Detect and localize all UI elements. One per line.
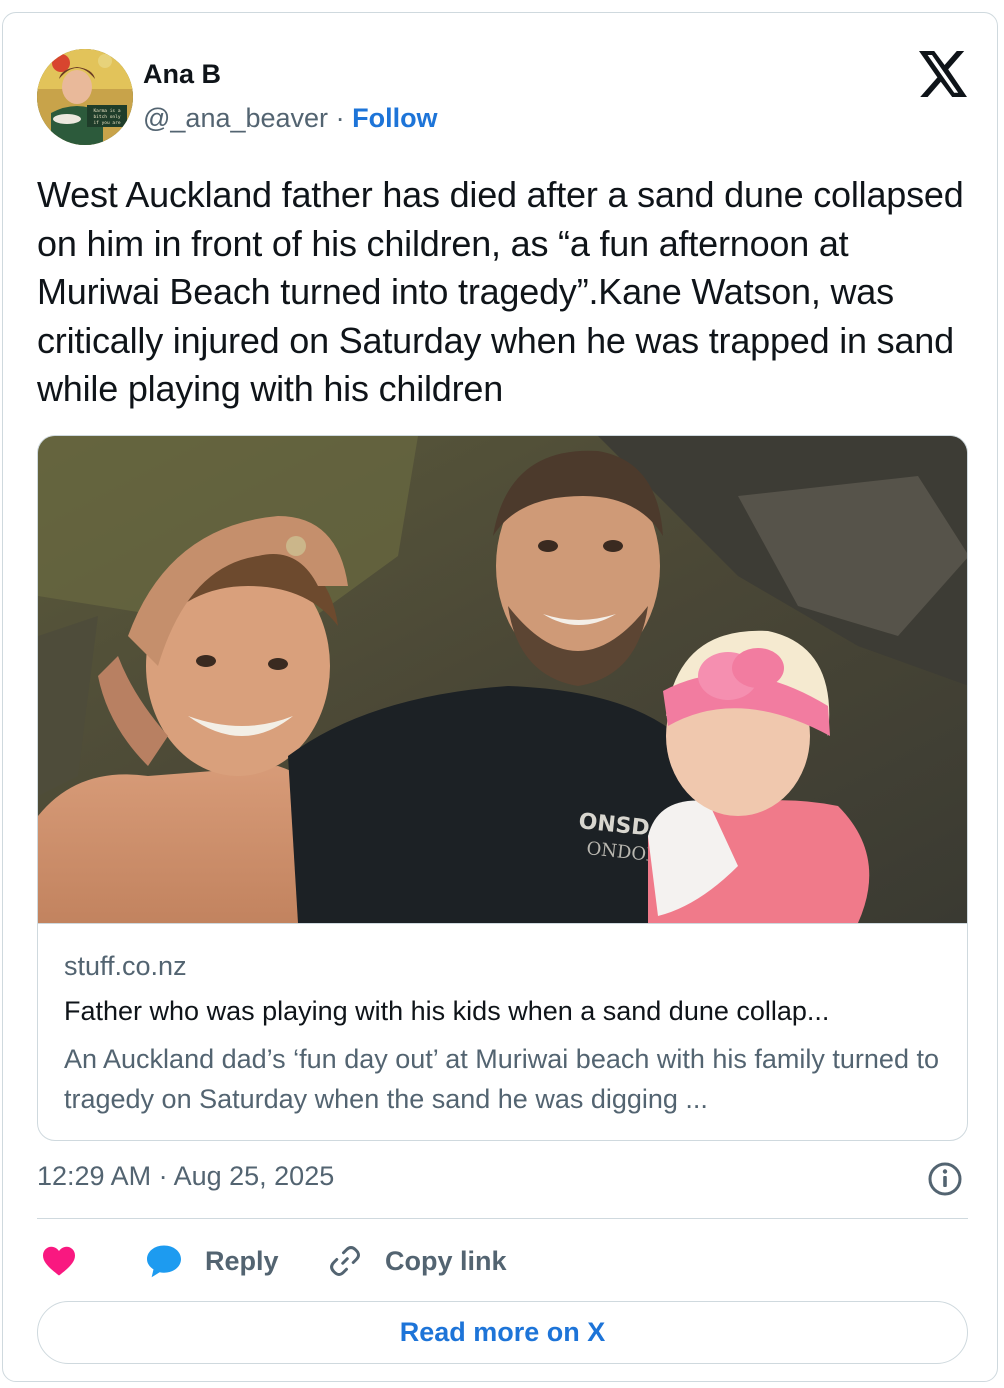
svg-text:if you are: if you are — [93, 120, 120, 126]
link-icon — [330, 1246, 360, 1276]
actions-divider — [37, 1218, 968, 1219]
author-handle-row: @_ana_beaver · Follow — [143, 103, 438, 134]
author-avatar[interactable]: Karma is a bitch only if you are — [37, 49, 133, 145]
reply-bubble-icon — [147, 1245, 181, 1278]
copy-link-label: Copy link — [385, 1245, 507, 1276]
link-domain: stuff.co.nz — [64, 951, 187, 981]
link-description: An Auckland dad’s ‘fun day out’ at Muriw… — [64, 1044, 939, 1114]
copy-link-button[interactable]: Copy link — [327, 1241, 507, 1281]
read-more-button[interactable]: Read more on X — [37, 1301, 968, 1364]
tweet-timestamp[interactable]: 12:29 AM · Aug 25, 2025 — [37, 1161, 334, 1192]
handle-separator: · — [335, 103, 345, 133]
author-handle[interactable]: @_ana_beaver — [143, 103, 328, 133]
avatar-image: Karma is a bitch only if you are — [37, 49, 133, 145]
like-button[interactable] — [41, 1241, 77, 1281]
heart-icon — [43, 1246, 75, 1276]
tweet-embed-card: Karma is a bitch only if you are Ana B @… — [2, 12, 998, 1382]
x-logo-icon[interactable] — [919, 51, 967, 97]
svg-text:bitch only: bitch only — [93, 114, 120, 120]
link-preview-card[interactable]: ONSDALE ONDON stuff.co.nz Father who was… — [37, 435, 968, 1141]
tweet-text: West Auckland father has died after a sa… — [37, 174, 964, 409]
article-photo: ONSDALE ONDON — [38, 436, 967, 923]
follow-link[interactable]: Follow — [352, 103, 437, 133]
svg-text:Karma is a: Karma is a — [93, 108, 120, 114]
author-name[interactable]: Ana B — [143, 59, 221, 90]
photo-divider — [38, 923, 967, 924]
reply-label: Reply — [205, 1245, 279, 1276]
reply-button[interactable]: Reply — [145, 1241, 279, 1281]
info-icon[interactable] — [927, 1161, 963, 1197]
link-title: Father who was playing with his kids whe… — [64, 996, 830, 1026]
